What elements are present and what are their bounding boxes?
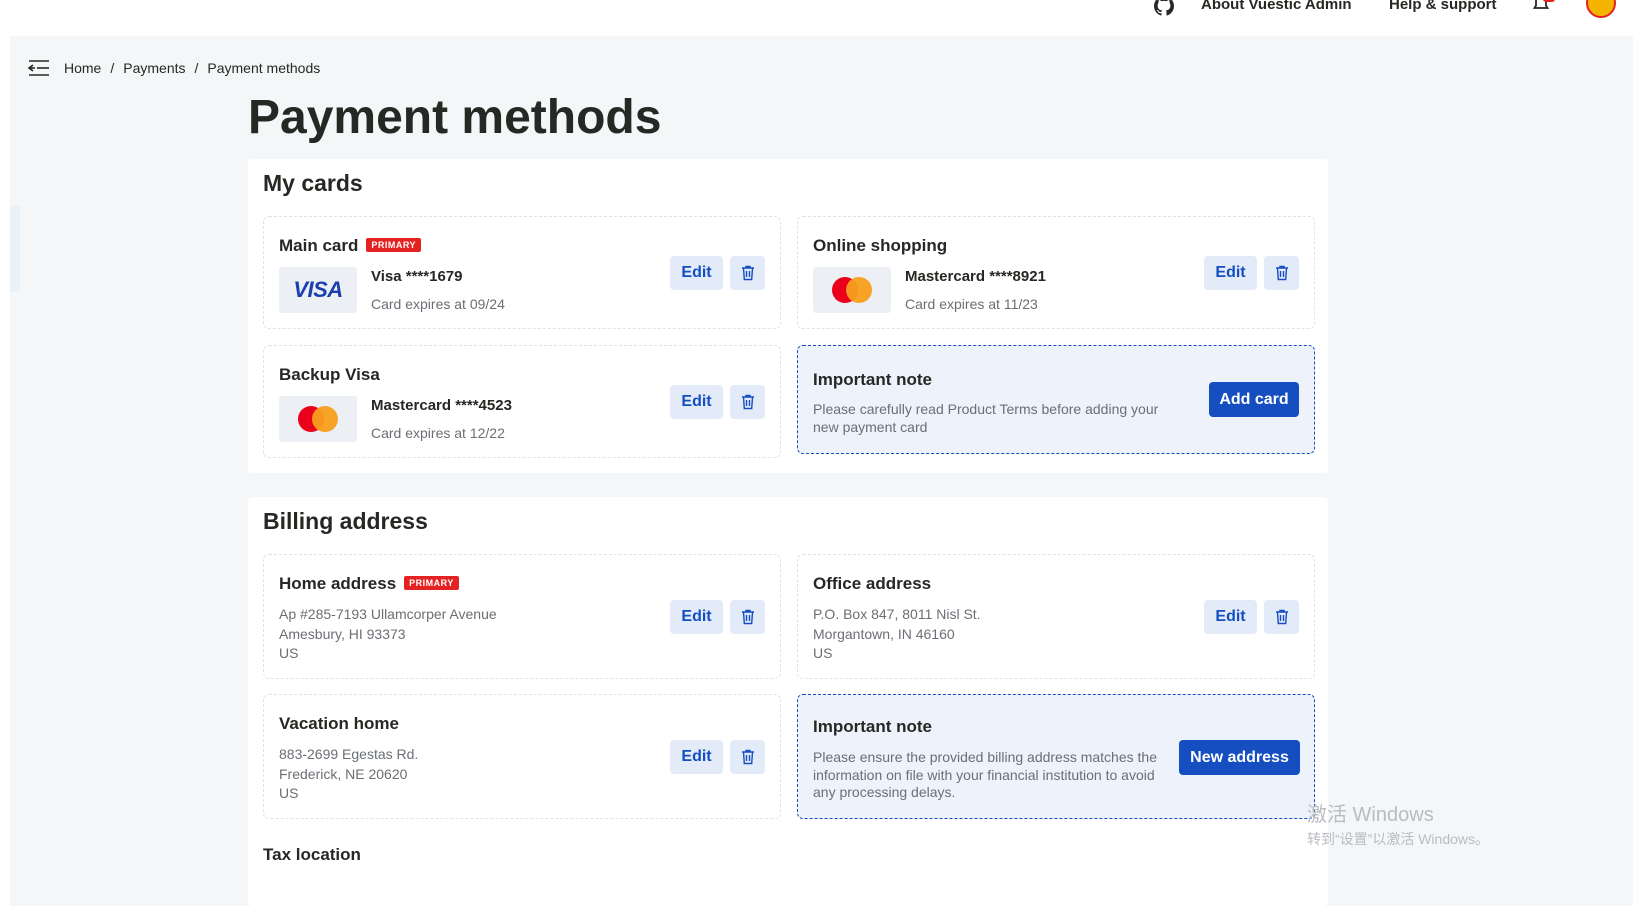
visa-logo-text: VISA: [293, 277, 343, 302]
card-main: Main card PRIMARY VISA Visa ****1679 Card…: [263, 216, 781, 329]
trash-icon: [741, 394, 754, 410]
add-card-button[interactable]: Add card: [1209, 382, 1299, 417]
address-lines: P.O. Box 847, 8011 Nisl St. Morgantown, …: [813, 605, 981, 664]
address-line: P.O. Box 847, 8011 Nisl St.: [813, 606, 981, 622]
address-line: Morgantown, IN 46160: [813, 625, 955, 642]
watermark-line: 激活 Windows: [1307, 804, 1434, 826]
delete-button[interactable]: [730, 385, 765, 419]
visa-logo: VISA: [279, 267, 357, 313]
card-title-text: Main card: [279, 236, 359, 255]
edit-button[interactable]: Edit: [670, 740, 723, 774]
address-home: Home address PRIMARY Ap #285-7193 Ullamco…: [263, 554, 781, 679]
address-line: 883-2699 Egestas Rd.: [279, 746, 419, 762]
section-title-billing: Billing address: [263, 508, 428, 534]
address-title: Home address PRIMARY: [279, 574, 459, 594]
billing-address-section: Billing address Home address PRIMARY Ap #…: [248, 497, 1328, 906]
address-lines: Ap #285-7193 Ullamcorper Avenue Amesbury…: [279, 605, 497, 664]
address-line: Frederick, NE 20620: [279, 765, 408, 782]
sidebar-edge: [10, 206, 20, 292]
important-note-cards: Important note Please carefully read Pro…: [797, 345, 1315, 454]
card-expiry: Card expires at 12/22: [371, 425, 505, 441]
section-title-my-cards: My cards: [263, 170, 363, 196]
trash-icon: [741, 609, 754, 625]
avatar[interactable]: [1586, 0, 1616, 18]
address-line: US: [279, 645, 299, 661]
breadcrumb-payments[interactable]: Payments: [123, 60, 185, 76]
card-title: Main card PRIMARY: [279, 236, 422, 256]
important-note-billing: Important note Please ensure the provide…: [797, 694, 1315, 819]
address-vacation: Vacation home 883-2699 Egestas Rd. Frede…: [263, 694, 781, 819]
trash-icon: [1275, 265, 1288, 281]
address-title: Vacation home: [279, 714, 399, 733]
delete-button[interactable]: [730, 740, 765, 774]
edit-button[interactable]: Edit: [670, 600, 723, 634]
address-line: Ap #285-7193 Ullamcorper Avenue: [279, 606, 497, 622]
edit-button[interactable]: Edit: [670, 256, 723, 290]
edit-button[interactable]: Edit: [1204, 600, 1257, 634]
card-online-shopping: Online shopping Mastercard ****8921 Card…: [797, 216, 1315, 329]
edit-button[interactable]: Edit: [670, 385, 723, 419]
address-title: Office address: [813, 574, 932, 593]
delete-button[interactable]: [730, 256, 765, 290]
mastercard-logo: [279, 396, 357, 442]
menu-collapse-icon[interactable]: [28, 59, 50, 77]
new-address-button[interactable]: New address: [1179, 740, 1300, 775]
about-link[interactable]: About Vuestic Admin: [1201, 0, 1352, 13]
note-text: Please carefully read Product Terms befo…: [813, 401, 1159, 435]
breadcrumb-home[interactable]: Home: [64, 60, 101, 76]
notification-badge: [1543, 0, 1555, 2]
card-number: Mastercard ****4523: [371, 397, 512, 414]
tax-location-title: Tax location: [263, 845, 361, 864]
card-expiry: Card expires at 11/23: [905, 296, 1038, 312]
my-cards-section: My cards Main card PRIMARY VISA Visa ****…: [248, 159, 1328, 473]
help-link[interactable]: Help & support: [1389, 0, 1497, 13]
breadcrumb-separator: /: [110, 60, 115, 76]
note-title: Important note: [813, 717, 932, 736]
delete-button[interactable]: [1264, 256, 1299, 290]
card-title: Online shopping: [813, 236, 948, 255]
card-title: Backup Visa: [279, 365, 380, 384]
github-icon[interactable]: [1154, 0, 1174, 16]
windows-activation-watermark: 激活 Windows 转到“设置”以激活 Windows。: [1307, 798, 1489, 849]
trash-icon: [741, 265, 754, 281]
breadcrumb-current: Payment methods: [207, 60, 321, 76]
page-title: Payment methods: [248, 91, 662, 144]
card-number: Visa ****1679: [371, 268, 463, 285]
delete-button[interactable]: [1264, 600, 1299, 634]
note-title: Important note: [813, 370, 932, 389]
card-number: Mastercard ****8921: [905, 268, 1046, 285]
primary-badge: PRIMARY: [404, 575, 459, 590]
address-line: Amesbury, HI 93373: [279, 625, 406, 642]
primary-badge: PRIMARY: [366, 237, 422, 252]
delete-button[interactable]: [730, 600, 765, 634]
bell-icon[interactable]: [1531, 0, 1551, 14]
note-text: Please ensure the provided billing addre…: [813, 749, 1157, 800]
trash-icon: [1275, 609, 1288, 625]
card-expiry: Card expires at 09/24: [371, 296, 505, 312]
address-line: US: [279, 785, 299, 801]
address-office: Office address P.O. Box 847, 8011 Nisl S…: [797, 554, 1315, 679]
address-title-text: Home address: [279, 574, 397, 593]
top-navbar: About Vuestic Admin Help & support: [0, 0, 1633, 36]
card-backup-visa: Backup Visa Mastercard ****4523 Card exp…: [263, 345, 781, 458]
breadcrumb: Home / Payments / Payment methods: [28, 56, 320, 80]
mastercard-logo: [813, 267, 891, 313]
edit-button[interactable]: Edit: [1204, 256, 1257, 290]
address-lines: 883-2699 Egestas Rd. Frederick, NE 20620…: [279, 745, 418, 804]
trash-icon: [741, 749, 754, 765]
watermark-line: 转到“设置”以激活 Windows。: [1307, 831, 1490, 847]
breadcrumb-separator: /: [194, 60, 199, 76]
address-line: US: [813, 645, 833, 661]
